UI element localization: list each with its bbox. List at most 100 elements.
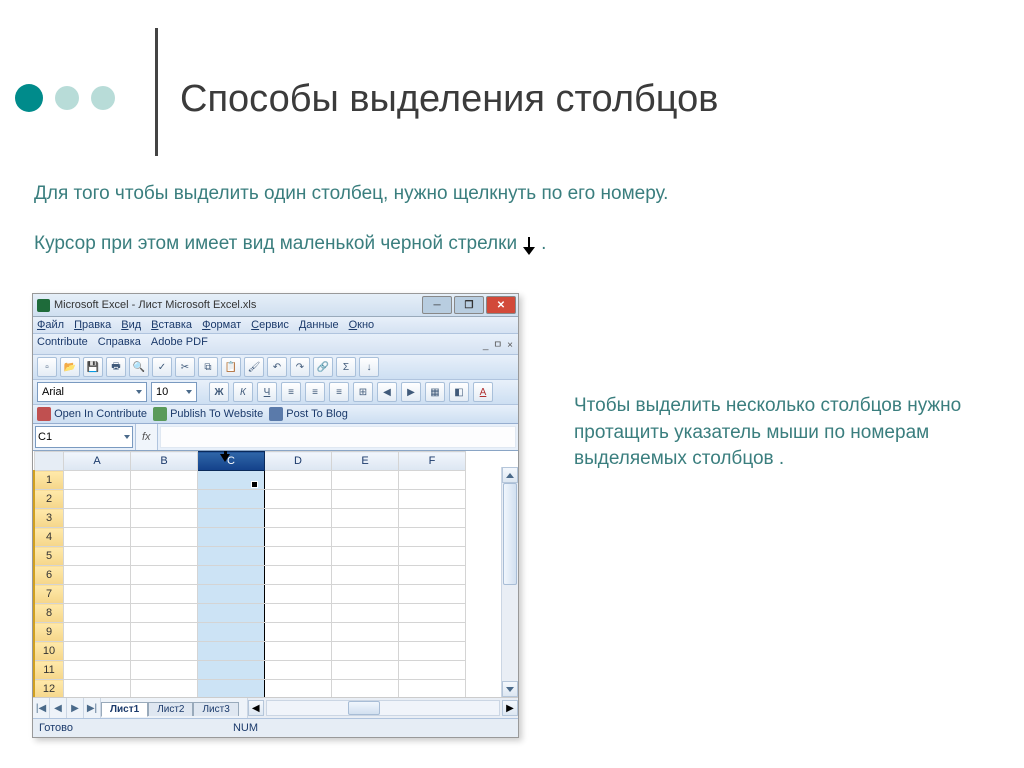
column-header-e[interactable]: E — [332, 452, 399, 471]
cell-e11[interactable] — [332, 661, 399, 680]
row-header-4[interactable]: 4 — [34, 528, 64, 547]
bold-button[interactable]: Ж — [209, 382, 229, 402]
sheet-tab-3[interactable]: Лист3 — [193, 702, 238, 716]
link-button[interactable]: 🔗 — [313, 357, 333, 377]
cell-b10[interactable] — [131, 642, 198, 661]
cell-f4[interactable] — [399, 528, 466, 547]
cell-d11[interactable] — [265, 661, 332, 680]
cell-c8[interactable] — [198, 604, 265, 623]
cell-f7[interactable] — [399, 585, 466, 604]
copy-button[interactable]: ⧉ — [198, 357, 218, 377]
align-left-button[interactable]: ≡ — [281, 382, 301, 402]
row-header-8[interactable]: 8 — [34, 604, 64, 623]
underline-button[interactable]: Ч — [257, 382, 277, 402]
cell-e4[interactable] — [332, 528, 399, 547]
cell-a2[interactable] — [64, 490, 131, 509]
cell-e7[interactable] — [332, 585, 399, 604]
column-header-d[interactable]: D — [265, 452, 332, 471]
cell-a6[interactable] — [64, 566, 131, 585]
menu-contribute[interactable]: Contribute — [37, 336, 88, 351]
print-button[interactable]: 🖶 — [106, 357, 126, 377]
sort-button[interactable]: ↓ — [359, 357, 379, 377]
align-right-button[interactable]: ≡ — [329, 382, 349, 402]
post-to-blog-button[interactable]: Post To Blog — [269, 407, 348, 421]
cell-b5[interactable] — [131, 547, 198, 566]
menu-insert[interactable]: Вставка — [151, 319, 192, 331]
cell-f11[interactable] — [399, 661, 466, 680]
cell-a11[interactable] — [64, 661, 131, 680]
font-size-selector[interactable]: 10 — [151, 382, 197, 402]
row-header-10[interactable]: 10 — [34, 642, 64, 661]
cell-d7[interactable] — [265, 585, 332, 604]
fill-color-button[interactable]: ◧ — [449, 382, 469, 402]
cell-c9[interactable] — [198, 623, 265, 642]
cell-f2[interactable] — [399, 490, 466, 509]
menu-edit[interactable]: Правка — [74, 319, 111, 331]
horizontal-scroll-thumb[interactable] — [348, 701, 380, 715]
select-all-corner[interactable] — [34, 452, 64, 471]
name-box[interactable]: C1 — [35, 426, 133, 448]
row-header-5[interactable]: 5 — [34, 547, 64, 566]
menu-help[interactable]: Справка — [98, 336, 141, 351]
cell-f1[interactable] — [399, 471, 466, 490]
cell-d6[interactable] — [265, 566, 332, 585]
row-header-6[interactable]: 6 — [34, 566, 64, 585]
window-close-button[interactable]: ✕ — [486, 296, 516, 314]
row-header-2[interactable]: 2 — [34, 490, 64, 509]
vertical-scrollbar[interactable] — [501, 467, 518, 697]
formula-input[interactable] — [160, 426, 516, 448]
workbook-window-controls[interactable]: _ ㅁ × — [483, 336, 514, 351]
save-button[interactable]: 💾 — [83, 357, 103, 377]
row-header-11[interactable]: 11 — [34, 661, 64, 680]
sheet-nav-prev[interactable]: ◀ — [50, 698, 67, 718]
menu-window[interactable]: Окно — [349, 319, 375, 331]
cell-d5[interactable] — [265, 547, 332, 566]
indent-more-button[interactable]: ▶ — [401, 382, 421, 402]
italic-button[interactable]: К — [233, 382, 253, 402]
cell-c6[interactable] — [198, 566, 265, 585]
open-in-contribute-button[interactable]: Open In Contribute — [37, 407, 147, 421]
align-center-button[interactable]: ≡ — [305, 382, 325, 402]
window-titlebar[interactable]: Microsoft Excel - Лист Microsoft Excel.x… — [33, 294, 518, 317]
cell-c3[interactable] — [198, 509, 265, 528]
cell-a8[interactable] — [64, 604, 131, 623]
cell-b9[interactable] — [131, 623, 198, 642]
cell-e9[interactable] — [332, 623, 399, 642]
cell-a5[interactable] — [64, 547, 131, 566]
sheet-tab-1[interactable]: Лист1 — [101, 702, 148, 717]
cell-a3[interactable] — [64, 509, 131, 528]
cell-c12[interactable] — [198, 680, 265, 699]
menu-file[interactable]: Файл — [37, 319, 64, 331]
new-button[interactable]: ▫ — [37, 357, 57, 377]
cell-e12[interactable] — [332, 680, 399, 699]
cut-button[interactable]: ✂ — [175, 357, 195, 377]
menu-data[interactable]: Данные — [299, 319, 339, 331]
horizontal-scroll-track[interactable] — [266, 700, 500, 716]
row-header-3[interactable]: 3 — [34, 509, 64, 528]
column-header-f[interactable]: F — [399, 452, 466, 471]
cell-a12[interactable] — [64, 680, 131, 699]
scroll-left-button[interactable]: ◀ — [248, 700, 264, 716]
row-header-7[interactable]: 7 — [34, 585, 64, 604]
cell-f5[interactable] — [399, 547, 466, 566]
cell-d8[interactable] — [265, 604, 332, 623]
font-selector[interactable]: Arial — [37, 382, 147, 402]
cell-b7[interactable] — [131, 585, 198, 604]
paste-button[interactable]: 📋 — [221, 357, 241, 377]
menu-tools[interactable]: Сервис — [251, 319, 289, 331]
sheet-nav-first[interactable]: |◀ — [33, 698, 50, 718]
cell-c11[interactable] — [198, 661, 265, 680]
scroll-right-button[interactable]: ▶ — [502, 700, 518, 716]
cell-b1[interactable] — [131, 471, 198, 490]
cell-d4[interactable] — [265, 528, 332, 547]
cell-a7[interactable] — [64, 585, 131, 604]
scroll-up-button[interactable] — [502, 467, 518, 483]
merge-button[interactable]: ⊞ — [353, 382, 373, 402]
cell-d3[interactable] — [265, 509, 332, 528]
cell-b3[interactable] — [131, 509, 198, 528]
cell-b4[interactable] — [131, 528, 198, 547]
cell-c7[interactable] — [198, 585, 265, 604]
menu-adobe-pdf[interactable]: Adobe PDF — [151, 336, 208, 351]
window-maximize-button[interactable]: ❐ — [454, 296, 484, 314]
cell-b8[interactable] — [131, 604, 198, 623]
